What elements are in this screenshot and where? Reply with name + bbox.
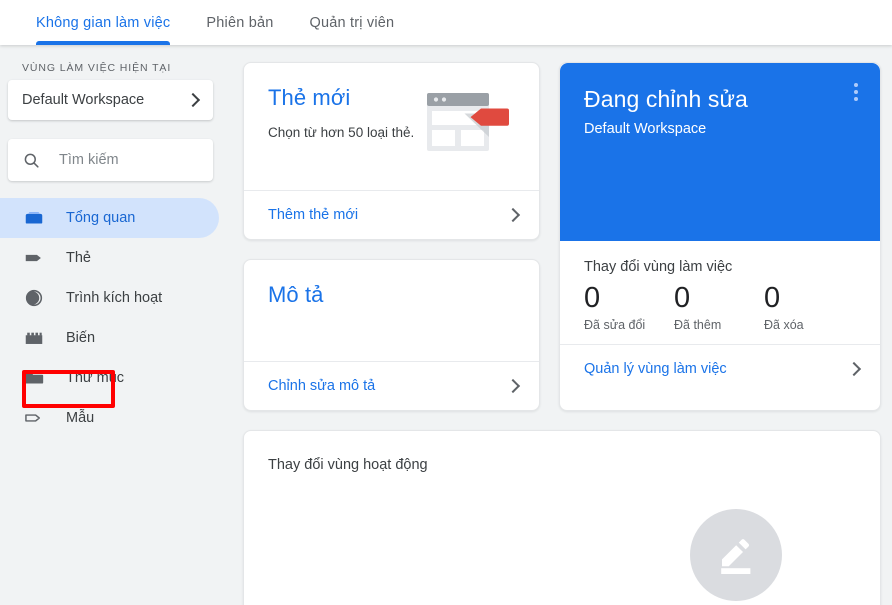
tab-admin[interactable]: Quản trị viên bbox=[292, 0, 413, 45]
stat-added-value: 0 bbox=[674, 282, 691, 314]
app-root: Không gian làm việc Phiên bản Quản trị v… bbox=[0, 0, 892, 605]
sidebar-item-templates[interactable]: Mẫu bbox=[0, 398, 219, 438]
sidebar: VÙNG LÀM VIỆC HIỆN TẠI Default Workspace bbox=[0, 45, 227, 605]
add-new-tag-link: Thêm thẻ mới bbox=[268, 207, 359, 223]
new-tag-card-footer[interactable]: Thêm thẻ mới bbox=[244, 190, 539, 239]
new-tag-card-subtitle: Chọn từ hơn 50 loại thẻ. bbox=[268, 125, 415, 140]
stat-modified: 0 Đã sửa đổi bbox=[584, 279, 674, 332]
tab-workspace[interactable]: Không gian làm việc bbox=[18, 0, 188, 45]
workspace-card: Đang chỉnh sửa Default Workspace Thay đổ… bbox=[559, 62, 881, 411]
variable-icon bbox=[22, 326, 46, 350]
tab-admin-label: Quản trị viên bbox=[309, 14, 395, 31]
workspace-stats-heading: Thay đổi vùng làm việc bbox=[584, 259, 733, 275]
description-card-title: Mô tả bbox=[268, 282, 324, 307]
description-card: Mô tả Chỉnh sửa mô tả bbox=[243, 259, 540, 411]
sidebar-item-variables[interactable]: Biến bbox=[0, 318, 219, 358]
main-content: Thẻ mới Chọn từ hơn 50 loại thẻ. Thêm th… bbox=[227, 45, 892, 605]
tab-list: Không gian làm việc Phiên bản Quản trị v… bbox=[0, 0, 892, 45]
cards-left-column: Thẻ mới Chọn từ hơn 50 loại thẻ. Thêm th… bbox=[243, 62, 540, 411]
new-tag-card-text: Thẻ mới Chọn từ hơn 50 loại thẻ. bbox=[268, 85, 414, 190]
new-tag-card-title: Thẻ mới bbox=[268, 85, 351, 110]
stat-modified-label: Đã sửa đổi bbox=[584, 318, 646, 332]
workspace-card-header: Đang chỉnh sửa Default Workspace bbox=[560, 63, 880, 241]
top-tab-bar: Không gian làm việc Phiên bản Quản trị v… bbox=[0, 0, 892, 45]
chevron-right-icon bbox=[505, 378, 521, 394]
sidebar-item-overview[interactable]: Tổng quan bbox=[0, 198, 219, 238]
chevron-right-icon bbox=[846, 361, 862, 377]
stat-deleted-value: 0 bbox=[764, 282, 781, 314]
tab-versions-label: Phiên bản bbox=[206, 14, 274, 31]
activity-card: Thay đổi vùng hoạt động bbox=[243, 430, 881, 605]
sidebar-nav: Tổng quan Thẻ Trình kích hoạt Biến Thư m… bbox=[0, 198, 227, 438]
edit-description-link: Chỉnh sửa mô tả bbox=[268, 378, 376, 394]
search-box[interactable] bbox=[8, 139, 213, 181]
sidebar-item-variables-label: Biến bbox=[66, 329, 96, 346]
stat-modified-value: 0 bbox=[584, 282, 601, 314]
workspace-selector-name: Default Workspace bbox=[22, 92, 145, 108]
manage-workspaces-link: Quản lý vùng làm việc bbox=[584, 361, 727, 377]
edit-placeholder-illustration bbox=[690, 509, 782, 601]
new-tag-card-body: Thẻ mới Chọn từ hơn 50 loại thẻ. bbox=[244, 63, 539, 190]
sidebar-item-folders[interactable]: Thư mục bbox=[0, 358, 219, 398]
description-card-footer[interactable]: Chỉnh sửa mô tả bbox=[244, 361, 539, 410]
chevron-right-icon bbox=[185, 92, 201, 108]
sidebar-item-tags[interactable]: Thẻ bbox=[0, 238, 219, 278]
tag-icon bbox=[22, 246, 46, 270]
sidebar-item-triggers[interactable]: Trình kích hoạt bbox=[0, 278, 219, 318]
sidebar-item-overview-label: Tổng quan bbox=[66, 209, 136, 226]
current-workspace-label: VÙNG LÀM VIỆC HIỆN TẠI bbox=[22, 62, 172, 74]
stat-added: 0 Đã thêm bbox=[674, 279, 764, 332]
browser-tag-illustration bbox=[425, 89, 511, 155]
search-icon bbox=[24, 153, 39, 168]
workspace-selector[interactable]: Default Workspace bbox=[8, 80, 213, 120]
search-input[interactable] bbox=[59, 152, 199, 168]
description-card-body: Mô tả bbox=[244, 260, 539, 361]
stat-deleted-label: Đã xóa bbox=[764, 318, 804, 332]
workspace-card-subtitle: Default Workspace bbox=[584, 121, 707, 137]
cards-row-top: Thẻ mới Chọn từ hơn 50 loại thẻ. Thêm th… bbox=[243, 62, 882, 411]
sidebar-item-triggers-label: Trình kích hoạt bbox=[66, 289, 163, 306]
stat-deleted: 0 Đã xóa bbox=[764, 279, 854, 332]
tab-active-underline bbox=[36, 41, 171, 45]
workspace-overflow-menu-icon[interactable] bbox=[846, 83, 866, 101]
stat-added-label: Đã thêm bbox=[674, 318, 722, 332]
activity-card-title: Thay đổi vùng hoạt động bbox=[268, 457, 428, 473]
tab-workspace-label: Không gian làm việc bbox=[36, 14, 171, 31]
sidebar-item-folders-label: Thư mục bbox=[66, 369, 125, 386]
chevron-right-icon bbox=[505, 207, 521, 223]
tab-versions[interactable]: Phiên bản bbox=[188, 0, 291, 45]
pencil-icon bbox=[721, 539, 751, 574]
new-tag-card: Thẻ mới Chọn từ hơn 50 loại thẻ. Thêm th… bbox=[243, 62, 540, 240]
trigger-icon bbox=[22, 286, 46, 310]
sidebar-item-templates-label: Mẫu bbox=[66, 409, 95, 426]
workspace-stats-row: 0 Đã sửa đổi 0 Đã thêm 0 Đã xóa bbox=[584, 279, 856, 332]
workspace-card-title: Đang chỉnh sửa bbox=[584, 86, 748, 112]
sidebar-item-tags-label: Thẻ bbox=[66, 249, 91, 266]
template-icon bbox=[22, 406, 46, 430]
overview-icon bbox=[22, 206, 46, 230]
workspace-stats: Thay đổi vùng làm việc 0 Đã sửa đổi 0 Đã… bbox=[560, 241, 880, 332]
folder-icon bbox=[22, 366, 46, 390]
workspace-card-footer[interactable]: Quản lý vùng làm việc bbox=[560, 344, 880, 393]
